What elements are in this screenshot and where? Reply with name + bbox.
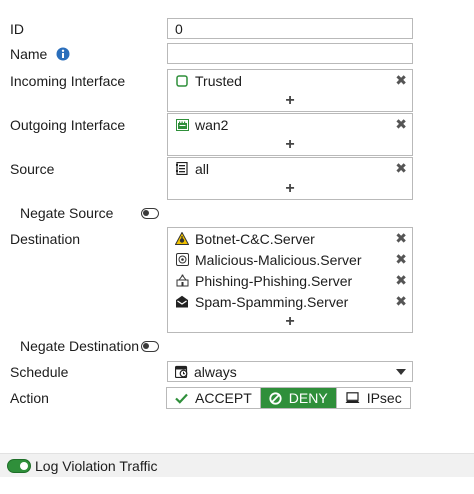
source-field[interactable]: all ✖ +: [167, 157, 413, 200]
schedule-value: always: [194, 363, 237, 380]
destination-entry[interactable]: Malicious-Malicious.Server ✖: [168, 249, 412, 270]
outgoing-interface-field[interactable]: wan2 ✖ +: [167, 113, 413, 156]
malicious-server-icon: [175, 253, 189, 267]
log-violation-bar: Log Violation Traffic: [0, 453, 474, 477]
source-entry[interactable]: all ✖: [168, 158, 412, 179]
name-label-row: Name: [10, 46, 70, 62]
destination-label: Destination: [10, 231, 81, 247]
outgoing-interface-label: Outgoing Interface: [10, 117, 126, 133]
zone-icon: [175, 74, 189, 88]
info-circle-icon[interactable]: [56, 47, 70, 61]
name-label: Name: [10, 46, 48, 62]
chevron-down-icon[interactable]: [396, 369, 406, 375]
destination-entry[interactable]: Spam-Spamming.Server ✖: [168, 291, 412, 312]
action-segmented-control[interactable]: ACCEPT DENY IPsec: [166, 387, 411, 409]
remove-icon[interactable]: ✖: [395, 251, 407, 268]
spam-mail-icon: [175, 295, 189, 309]
action-deny-label: DENY: [288, 390, 328, 406]
id-label: ID: [10, 21, 24, 37]
remove-icon[interactable]: ✖: [395, 160, 407, 177]
action-deny-button[interactable]: DENY: [259, 388, 336, 408]
ipsec-icon: [345, 392, 360, 404]
destination-name: Phishing-Phishing.Server: [195, 272, 353, 289]
destination-entry[interactable]: Botnet-C&C.Server ✖: [168, 228, 412, 249]
negate-destination-toggle[interactable]: [141, 341, 159, 352]
destination-name: Malicious-Malicious.Server: [195, 251, 362, 268]
source-label: Source: [10, 161, 55, 177]
action-accept-button[interactable]: ACCEPT: [167, 388, 260, 408]
log-violation-label: Log Violation Traffic: [35, 458, 158, 474]
outgoing-interface-entry[interactable]: wan2 ✖: [168, 114, 412, 135]
action-label: Action: [10, 390, 49, 406]
log-violation-toggle[interactable]: [7, 459, 31, 473]
negate-source-label: Negate Source: [20, 205, 114, 221]
incoming-interface-entry[interactable]: Trusted ✖: [168, 70, 412, 91]
incoming-interface-label: Incoming Interface: [10, 73, 126, 89]
action-ipsec-label: IPsec: [366, 390, 402, 406]
incoming-interface-field[interactable]: Trusted ✖ +: [167, 69, 413, 112]
name-field[interactable]: [167, 43, 413, 64]
source-name: all: [195, 160, 210, 177]
add-destination-button[interactable]: +: [168, 312, 412, 332]
destination-name: Botnet-C&C.Server: [195, 230, 315, 247]
destination-field[interactable]: Botnet-C&C.Server ✖ Malicious-Malicious.…: [167, 227, 413, 333]
network-port-icon: [175, 118, 189, 132]
schedule-label: Schedule: [10, 364, 69, 380]
add-incoming-interface-button[interactable]: +: [168, 91, 412, 111]
address-icon: [175, 162, 189, 176]
remove-icon[interactable]: ✖: [395, 293, 407, 310]
add-source-button[interactable]: +: [168, 179, 412, 199]
check-icon: [175, 393, 188, 404]
phishing-icon: [175, 274, 189, 288]
outgoing-interface-name: wan2: [195, 116, 229, 133]
schedule-select[interactable]: always: [167, 361, 413, 382]
remove-icon[interactable]: ✖: [395, 116, 407, 133]
schedule-icon: [174, 365, 188, 379]
remove-icon[interactable]: ✖: [395, 72, 407, 89]
remove-icon[interactable]: ✖: [395, 272, 407, 289]
destination-name: Spam-Spamming.Server: [195, 293, 349, 310]
action-accept-label: ACCEPT: [195, 390, 252, 406]
incoming-interface-name: Trusted: [195, 72, 242, 89]
id-field[interactable]: 0: [167, 18, 413, 39]
action-ipsec-button[interactable]: IPsec: [335, 388, 410, 408]
remove-icon[interactable]: ✖: [395, 230, 407, 247]
botnet-warning-icon: [175, 232, 189, 246]
deny-icon: [269, 391, 282, 405]
add-outgoing-interface-button[interactable]: +: [168, 135, 412, 155]
negate-source-toggle[interactable]: [141, 208, 159, 219]
destination-entry[interactable]: Phishing-Phishing.Server ✖: [168, 270, 412, 291]
negate-destination-label: Negate Destination: [20, 338, 140, 354]
